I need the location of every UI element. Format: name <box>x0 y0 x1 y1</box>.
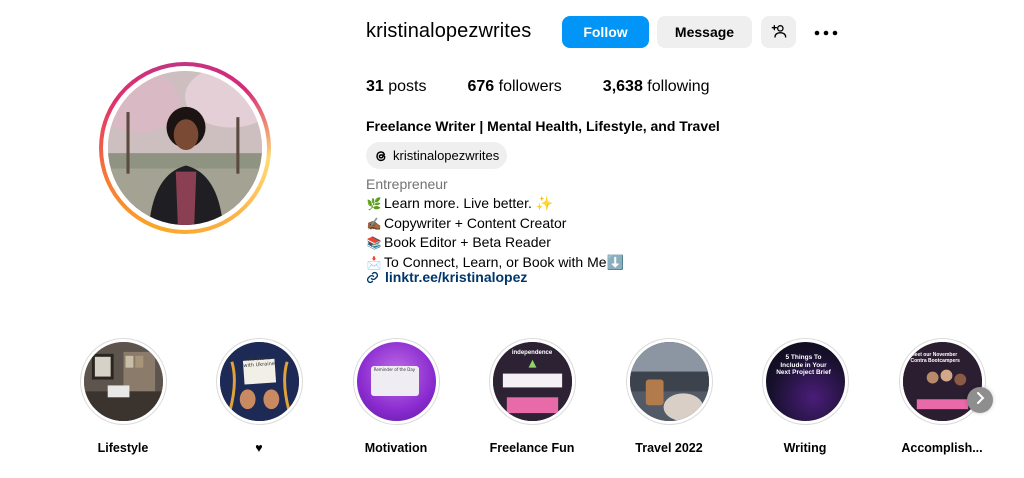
highlight-thumbnail: independence <box>492 342 572 421</box>
profile-full-name: Freelance Writer | Mental Health, Lifest… <box>366 118 720 134</box>
writing-hand-icon: ✍🏾 <box>366 216 382 231</box>
threads-icon <box>373 148 389 164</box>
highlight-thumbnail: Meet our November Contra Bootcampers <box>902 342 982 421</box>
leaf-icon: 🌿 <box>366 197 382 211</box>
profile-bio: 🌿 Learn more. Live better. ✨ ✍🏾 Copywriter… <box>366 194 624 272</box>
profile-category: Entrepreneur <box>366 176 448 192</box>
highlight-thumbnail <box>83 342 163 421</box>
profile-link[interactable]: linktr.ee/kristinalopez <box>366 269 527 285</box>
profile-stats: 31 posts 676 followers 3,638 following <box>366 78 751 96</box>
profile-link-text: linktr.ee/kristinalopez <box>385 269 528 285</box>
highlight-thumbnail-text: independence <box>511 350 553 356</box>
highlight-label: Motivation <box>364 441 428 455</box>
highlights-next-button[interactable] <box>967 387 993 413</box>
posts-count: 31 <box>366 78 384 95</box>
highlight-label: Accomplish... <box>901 441 983 455</box>
books-icon: 📚 <box>366 236 382 251</box>
highlight-travel-2022[interactable]: Travel 2022 <box>619 338 719 455</box>
bio-line: ✍🏾 Copywriter + Content Creator <box>366 214 624 234</box>
highlight-thumbnail: We Stand with Ukraine <box>219 342 299 421</box>
followers-label: followers <box>498 78 562 95</box>
bio-line: 📚 Book Editor + Beta Reader <box>366 233 624 253</box>
avatar-photo <box>108 71 262 225</box>
threads-handle: kristinalopezwrites <box>393 148 500 163</box>
highlight-motivation[interactable]: Reminder of the Day Motivation <box>346 338 446 455</box>
followers-stat[interactable]: 676 followers <box>468 78 562 96</box>
following-label: following <box>647 78 710 95</box>
profile-username: kristinalopezwrites <box>366 20 532 42</box>
highlight-lifestyle[interactable]: Lifestyle <box>73 338 173 455</box>
chevron-right-icon <box>975 391 985 409</box>
following-stat[interactable]: 3,638 following <box>603 78 710 96</box>
highlight-thumbnail <box>629 342 709 421</box>
following-count: 3,638 <box>602 78 643 95</box>
highlight-label: ♥ <box>255 441 263 455</box>
suggest-accounts-button[interactable] <box>761 16 796 48</box>
highlight-thumbnail-text: Reminder of the Day <box>373 367 416 372</box>
highlight-thumbnail: 5 Things To Include in Your Next Project… <box>765 342 845 421</box>
highlight-thumbnail-text: We Stand with Ukraine <box>242 355 275 370</box>
more-options-button[interactable] <box>810 18 842 46</box>
highlight-label: Lifestyle <box>97 441 149 455</box>
threads-badge[interactable]: kristinalopezwrites <box>366 142 508 169</box>
highlight-label: Writing <box>783 441 827 455</box>
profile-avatar[interactable] <box>99 62 271 234</box>
link-icon <box>366 271 379 284</box>
highlight-thumbnail: Reminder of the Day <box>356 342 436 421</box>
posts-label: posts <box>388 78 427 95</box>
bio-line: 🌿 Learn more. Live better. ✨ <box>366 194 624 214</box>
highlight-heart[interactable]: We Stand with Ukraine ♥ <box>209 338 309 455</box>
add-user-icon <box>771 23 787 42</box>
highlight-freelance-fun[interactable]: independence Freelance Fun <box>482 338 582 455</box>
highlight-thumbnail-text: Meet our November Contra Bootcampers <box>910 352 960 364</box>
highlight-writing[interactable]: 5 Things To Include in Your Next Project… <box>755 338 855 455</box>
follow-button[interactable]: Follow <box>562 16 649 48</box>
posts-stat: 31 posts <box>366 78 427 96</box>
more-options-icon <box>814 23 838 41</box>
highlight-label: Travel 2022 <box>635 441 703 455</box>
followers-count: 676 <box>467 78 495 95</box>
message-button[interactable]: Message <box>657 16 752 48</box>
highlight-thumbnail-text: 5 Things To Include in Your Next Project… <box>776 354 831 376</box>
highlight-label: Freelance Fun <box>489 441 575 455</box>
